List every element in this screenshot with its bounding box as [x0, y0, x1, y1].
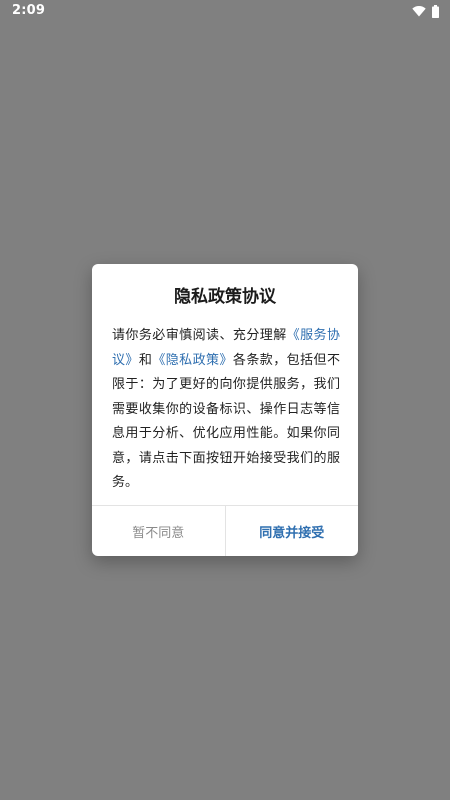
- status-time: 2:09: [12, 3, 46, 18]
- dialog-actions: 暂不同意 同意并接受: [92, 506, 358, 556]
- disagree-button[interactable]: 暂不同意: [92, 506, 225, 556]
- status-bar: 2:09: [0, 0, 450, 24]
- body-text-details: 各条款，包括但不限于：为了更好的向你提供服务，我们需要收集你的设备标识、操作日志…: [112, 352, 340, 491]
- battery-icon: [432, 4, 439, 18]
- wifi-icon: [412, 5, 426, 17]
- dialog-body: 请你务必审慎阅读、充分理解《服务协议》和《隐私政策》各条款，包括但不限于：为了更…: [112, 324, 340, 496]
- dialog-title: 隐私政策协议: [174, 287, 276, 307]
- status-icons: [412, 4, 439, 18]
- privacy-dialog: 隐私政策协议 请你务必审慎阅读、充分理解《服务协议》和《隐私政策》各条款，包括但…: [92, 264, 358, 556]
- body-text-intro: 请你务必审慎阅读、充分理解: [112, 328, 287, 343]
- agree-button[interactable]: 同意并接受: [226, 506, 359, 556]
- privacy-policy-link[interactable]: 《隐私政策》: [152, 353, 233, 368]
- body-text-and: 和: [138, 352, 153, 368]
